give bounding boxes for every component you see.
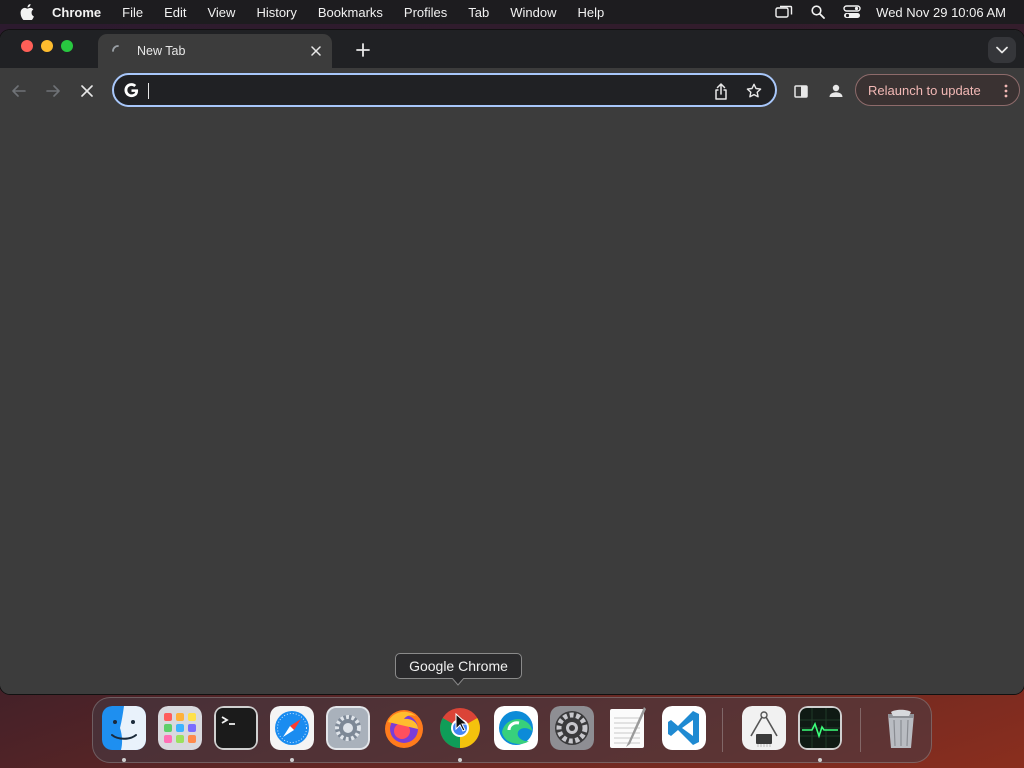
text-caret — [148, 83, 149, 99]
menu-help[interactable]: Help — [578, 5, 605, 20]
menu-history[interactable]: History — [256, 5, 296, 20]
dock-tooltip: Google Chrome — [395, 653, 522, 679]
address-bar[interactable] — [112, 73, 777, 107]
menu-bar: Chrome File Edit View History Bookmarks … — [0, 0, 1024, 24]
kebab-menu-icon[interactable] — [1002, 83, 1010, 99]
menubar-clock[interactable]: Wed Nov 29 10:06 AM — [876, 5, 1006, 20]
tab-strip: New Tab — [0, 30, 1024, 68]
system-information-icon[interactable] — [742, 706, 786, 750]
menu-edit[interactable]: Edit — [164, 5, 186, 20]
back-button[interactable] — [6, 78, 32, 104]
menu-profiles[interactable]: Profiles — [404, 5, 447, 20]
tooltip-arrow — [452, 678, 464, 686]
stop-loading-button[interactable] — [74, 78, 100, 104]
profile-avatar-icon[interactable] — [823, 78, 849, 104]
loading-spinner-icon — [111, 44, 125, 58]
menu-view[interactable]: View — [207, 5, 235, 20]
dock-separator — [860, 708, 861, 752]
textedit-icon[interactable] — [606, 706, 650, 750]
relaunch-label: Relaunch to update — [868, 82, 981, 98]
new-tab-button[interactable] — [350, 37, 376, 63]
page-content — [0, 114, 1024, 694]
chrome-running-indicator — [458, 758, 462, 762]
side-panel-icon[interactable] — [788, 78, 814, 104]
browser-window: New Tab Relaunch to update — [0, 30, 1024, 694]
system-preferences-icon[interactable] — [326, 706, 370, 750]
relaunch-to-update-button[interactable]: Relaunch to update — [855, 74, 1020, 106]
menu-file[interactable]: File — [122, 5, 143, 20]
menu-window[interactable]: Window — [510, 5, 556, 20]
bookmark-star-icon[interactable] — [744, 81, 764, 101]
finder-icon[interactable] — [102, 706, 146, 750]
vscode-icon[interactable] — [662, 706, 706, 750]
safari-running-indicator — [290, 758, 294, 762]
dock — [92, 697, 932, 763]
google-g-icon — [123, 82, 139, 98]
edge-icon[interactable] — [494, 706, 538, 750]
tab-close-icon[interactable] — [307, 42, 325, 60]
firefox-icon[interactable] — [382, 706, 426, 750]
browser-toolbar: Relaunch to update — [0, 68, 1024, 114]
terminal-icon[interactable] — [214, 706, 258, 750]
safari-icon[interactable] — [270, 706, 314, 750]
mouse-cursor-icon — [455, 713, 469, 732]
forward-button[interactable] — [40, 78, 66, 104]
tab-title: New Tab — [137, 44, 186, 58]
launchpad-icon[interactable] — [158, 706, 202, 750]
trash-icon[interactable] — [879, 706, 923, 750]
tooltip-text: Google Chrome — [409, 658, 508, 674]
menu-app-name[interactable]: Chrome — [52, 5, 101, 20]
tab-new-tab[interactable]: New Tab — [98, 34, 332, 68]
window-close-button[interactable] — [21, 40, 33, 52]
tab-search-button[interactable] — [988, 37, 1016, 63]
address-input[interactable] — [147, 81, 707, 99]
system-settings-icon[interactable] — [550, 706, 594, 750]
window-minimize-button[interactable] — [41, 40, 53, 52]
control-center-icon[interactable] — [842, 2, 862, 22]
dock-separator — [722, 708, 723, 752]
apple-menu-icon[interactable] — [18, 3, 36, 21]
screen-mirroring-icon[interactable] — [774, 2, 794, 22]
menu-bookmarks[interactable]: Bookmarks — [318, 5, 383, 20]
spotlight-search-icon[interactable] — [808, 2, 828, 22]
menu-tab[interactable]: Tab — [468, 5, 489, 20]
share-icon[interactable] — [711, 81, 731, 101]
window-zoom-button[interactable] — [61, 40, 73, 52]
finder-running-indicator — [122, 758, 126, 762]
activity-monitor-running-indicator — [818, 758, 822, 762]
activity-monitor-icon[interactable] — [798, 706, 842, 750]
